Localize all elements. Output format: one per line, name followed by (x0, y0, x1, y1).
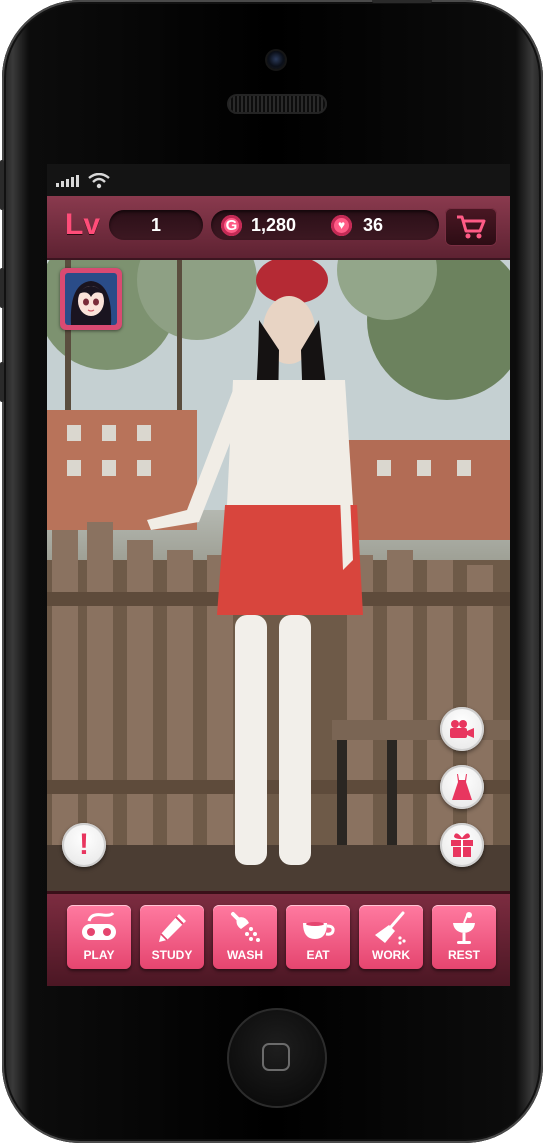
top-hud: Lv 1 G 1,280 ♥ 36 (47, 196, 510, 260)
play-label: PLAY (83, 948, 115, 962)
power-button (372, 0, 432, 3)
currency-pill (211, 210, 439, 240)
volume-up-button (0, 268, 4, 308)
play-button[interactable]: PLAY (67, 905, 131, 969)
wash-label: WASH (227, 948, 263, 962)
level-value: 1 (150, 215, 161, 235)
shop-cart-button[interactable] (445, 208, 497, 246)
level-label: Lv (65, 208, 101, 241)
game-screen: Lv 1 G 1,280 ♥ 36 ! PLAY STUDY WASH EAT … (47, 164, 510, 986)
rest-label: REST (447, 948, 480, 962)
wash-button[interactable]: WASH (213, 905, 277, 969)
gold-value: 1,280 (251, 215, 297, 235)
eat-button[interactable]: EAT (286, 905, 350, 969)
home-button[interactable] (227, 1008, 327, 1108)
video-camera-icon (450, 720, 474, 738)
gold-icon: G (221, 215, 242, 236)
video-camera-button[interactable] (440, 707, 484, 751)
girl-portrait-icon (65, 273, 117, 325)
broom-icon (375, 911, 406, 945)
work-button[interactable]: WORK (359, 905, 423, 969)
dress-button[interactable] (440, 765, 484, 809)
avatar-button[interactable] (60, 268, 122, 330)
phone-frame: Lv 1 G 1,280 ♥ 36 ! PLAY STUDY WASH EAT … (0, 0, 543, 1143)
dress-icon (452, 774, 472, 800)
pencil-icon (159, 914, 186, 942)
gamepad-icon (82, 912, 116, 940)
home-square-icon (262, 1043, 290, 1071)
mute-switch (0, 160, 4, 210)
status-bar (47, 164, 510, 196)
cup-icon (303, 922, 335, 939)
character-scene[interactable]: ! (47, 260, 510, 891)
gift-button[interactable] (440, 823, 484, 867)
alert-button[interactable]: ! (62, 823, 106, 867)
eat-label: EAT (306, 948, 330, 962)
study-button[interactable]: STUDY (140, 905, 204, 969)
gift-icon (451, 833, 473, 857)
cart-icon (457, 215, 486, 239)
cocktail-icon (453, 912, 475, 944)
front-camera (267, 51, 285, 69)
scene-illustration (47, 260, 510, 891)
shower-icon (231, 912, 260, 942)
hearts-value: 36 (363, 215, 384, 235)
wifi-icon (88, 173, 110, 189)
rest-button[interactable]: REST (432, 905, 496, 969)
heart-icon: ♥ (331, 215, 352, 236)
earpiece-speaker (227, 94, 327, 114)
study-label: STUDY (151, 948, 193, 962)
level-pill: 1 (109, 210, 203, 240)
work-label: WORK (372, 948, 410, 962)
action-bar: PLAY STUDY WASH EAT WORK REST (47, 891, 510, 986)
volume-down-button (0, 362, 4, 402)
